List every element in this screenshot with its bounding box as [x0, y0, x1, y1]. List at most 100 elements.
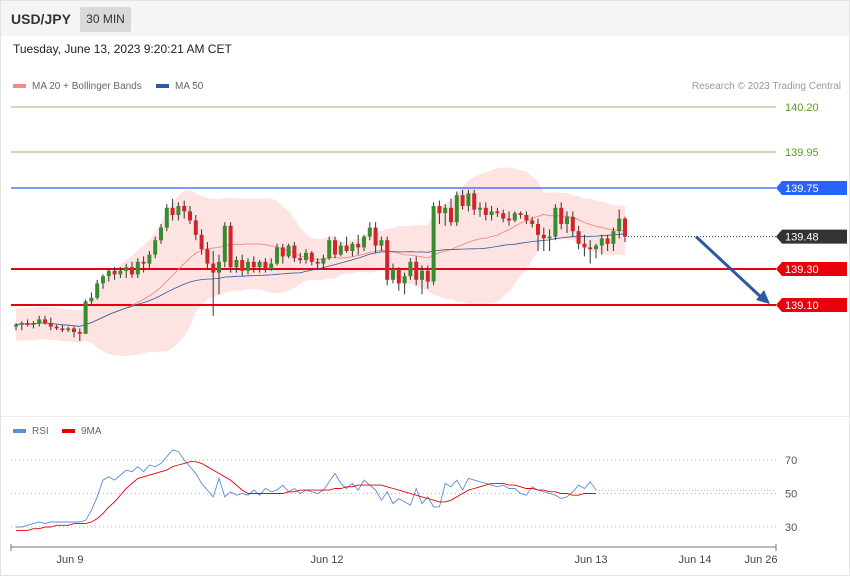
candle-body [135, 261, 140, 275]
candle-body [193, 220, 198, 235]
candle-body [188, 211, 192, 221]
candle-body [66, 328, 71, 331]
candle-body [234, 260, 239, 268]
candle-body [19, 323, 24, 325]
candle-body [588, 247, 593, 250]
candle-body [547, 236, 552, 239]
candle-body [298, 258, 303, 260]
candle-body [118, 270, 123, 275]
candle-body [199, 234, 204, 250]
bollinger-band [16, 167, 625, 357]
candle-body [257, 261, 262, 268]
rsi-tick-70: 70 [785, 455, 797, 467]
candle-body [43, 319, 47, 323]
price-chart: 140.20 139.95 139.75 139.48 139.30 139.10 70 50… [10, 102, 847, 566]
candle-body [89, 297, 94, 302]
candle-body [530, 220, 535, 224]
candle-body [623, 218, 627, 237]
candle-body [211, 263, 216, 273]
candle-body [124, 267, 129, 271]
candle-body [338, 245, 343, 255]
candle-body [373, 227, 378, 246]
candle-body [472, 193, 477, 210]
candle-body [309, 252, 314, 262]
candle-body [495, 211, 500, 214]
candle-body [48, 323, 53, 327]
candle-body [501, 213, 506, 219]
candle-body [315, 261, 320, 264]
candle-body [112, 270, 117, 275]
candle-body [483, 207, 488, 215]
candle-body [130, 267, 134, 275]
candle-body [101, 276, 105, 284]
candle-body [251, 261, 256, 268]
candle-body [478, 207, 482, 210]
level-label-139-10: 139.10 [785, 300, 819, 312]
x-tick-label: Jun 14 [678, 554, 711, 566]
candle-body [222, 225, 227, 262]
x-tick-label: Jun 9 [57, 554, 84, 566]
level-label-139-95: 139.95 [785, 147, 819, 159]
candle-body [246, 261, 250, 271]
candle-body [159, 227, 163, 241]
candle-body [350, 243, 355, 251]
candle-body [460, 195, 465, 206]
candle-body [489, 211, 494, 215]
candle-body [344, 245, 349, 251]
candle-body [437, 206, 442, 214]
candle-body [408, 261, 413, 277]
candle-body [141, 261, 146, 264]
candle-body [576, 231, 581, 244]
candle-body [228, 225, 233, 268]
candle-body [263, 261, 268, 269]
candle-body [396, 269, 401, 284]
candle-body [454, 195, 459, 223]
x-tick-label: Jun 12 [310, 554, 343, 566]
rsi-line [16, 449, 597, 528]
level-label-140-20: 140.20 [785, 102, 819, 114]
candle-body [77, 332, 82, 334]
candle-body [217, 261, 221, 273]
candle-body [420, 270, 424, 280]
candle-body [570, 216, 575, 232]
candle-body [541, 234, 546, 239]
candle-body [304, 252, 308, 260]
candle-body [321, 258, 326, 264]
candle-body [14, 324, 18, 327]
candle-body [385, 240, 390, 280]
candle-body [559, 207, 564, 224]
candle-body [153, 240, 158, 255]
candle-body [356, 243, 361, 248]
candle-body [512, 213, 517, 221]
candle-body [25, 323, 30, 325]
candle-body [367, 227, 372, 237]
candle-body [599, 238, 604, 246]
level-label-139-48: 139.48 [785, 232, 819, 244]
candle-body [466, 193, 471, 206]
candle-body [147, 254, 152, 264]
candle-body [269, 263, 274, 269]
candle-body [205, 249, 210, 264]
candle-body [31, 323, 36, 325]
candle-body [275, 247, 279, 264]
candle-body [536, 224, 540, 235]
candle-body [182, 206, 187, 212]
candle-body [391, 269, 395, 280]
candle-body [605, 238, 610, 244]
x-tick-label: Jun 26 [744, 554, 777, 566]
rsi-ma9-line [16, 461, 596, 531]
candle-body [106, 270, 111, 277]
candle-body [72, 328, 76, 332]
candle-body [431, 206, 436, 282]
candle-body [176, 206, 181, 215]
candle-body [507, 218, 511, 221]
forecast-arrow-line [694, 235, 764, 300]
candle-body [60, 328, 65, 331]
candle-body [553, 207, 558, 237]
rsi-tick-50: 50 [785, 489, 797, 501]
level-label-139-30: 139.30 [785, 264, 819, 276]
forecast-arrow-head [756, 290, 770, 304]
candle-body [443, 207, 448, 214]
candle-body [362, 236, 366, 248]
candle-body [402, 276, 407, 284]
